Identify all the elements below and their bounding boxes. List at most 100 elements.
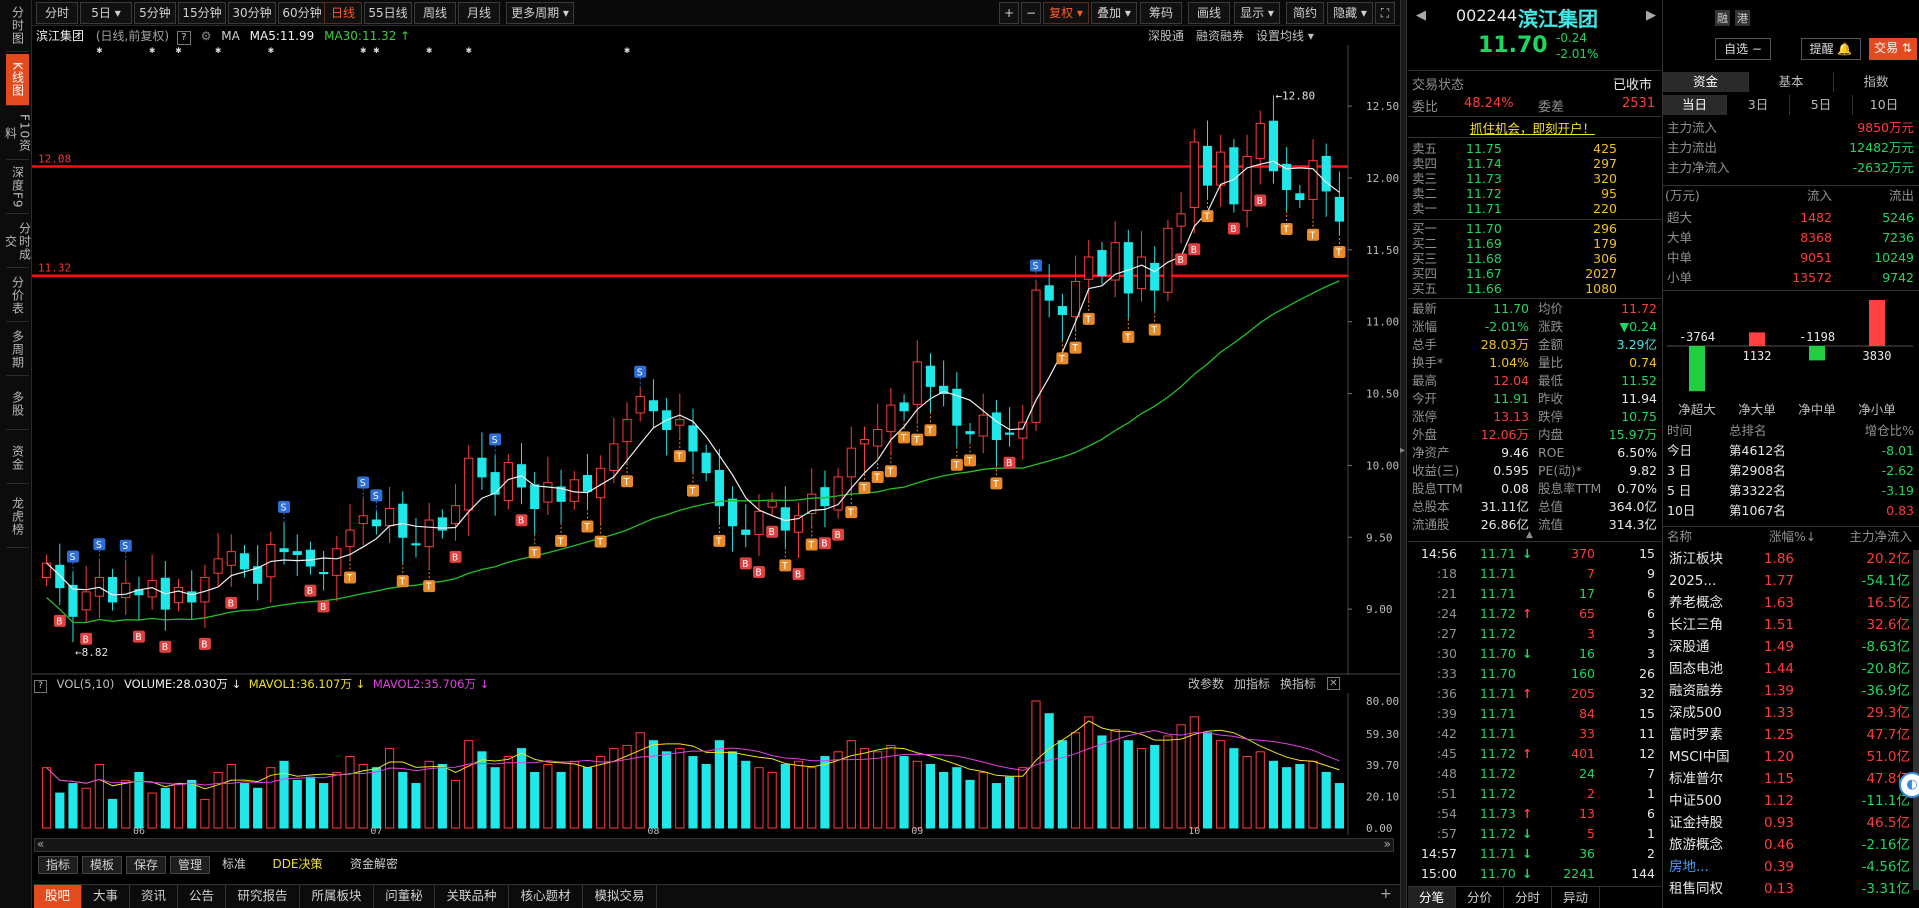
vtab-price-table[interactable]: 分价表: [6, 270, 29, 322]
indicator-tool-3[interactable]: 管理: [170, 856, 210, 874]
sector-scrollbar[interactable]: [1913, 550, 1919, 890]
volume-link-2[interactable]: 换指标: [1280, 677, 1316, 691]
event-marker[interactable]: ✱: [96, 45, 102, 56]
tick-row[interactable]: :33 11.70 160 26: [1408, 664, 1661, 684]
toolbar-tool-2[interactable]: 复权 ▾: [1043, 2, 1089, 24]
toolbar-tool-3[interactable]: 叠加 ▾: [1091, 2, 1137, 24]
bid-row[interactable]: 买三 11.68 306: [1408, 251, 1661, 266]
sector-row[interactable]: 深股通 1.49 -8.63亿: [1663, 636, 1919, 658]
period-button-1[interactable]: 5日 ▾: [80, 2, 132, 24]
tick-tab-1[interactable]: 分价: [1456, 887, 1504, 908]
chart-link-1[interactable]: 融资融券: [1196, 29, 1244, 43]
sector-row[interactable]: 融资融券 1.39 -36.9亿: [1663, 680, 1919, 702]
bottom-tab-8[interactable]: 核心题材: [509, 885, 583, 908]
tick-row[interactable]: :57 11.72 ↓ 5 1: [1408, 824, 1661, 844]
indicator-tool-2[interactable]: 保存: [126, 856, 166, 874]
indicator-tool-0[interactable]: 指标: [38, 856, 78, 874]
bottom-tab-5[interactable]: 所属板块: [300, 885, 374, 908]
vtab-funds[interactable]: 资金: [6, 432, 29, 484]
sector-name[interactable]: 旅游概念: [1669, 834, 1723, 856]
vtab-f10[interactable]: F10资料: [4, 108, 32, 160]
sector-name[interactable]: 深股通: [1669, 636, 1710, 658]
sector-row[interactable]: 2025... 1.77 -54.1亿: [1663, 570, 1919, 592]
event-marker[interactable]: ✱: [373, 45, 379, 56]
tick-row[interactable]: :21 11.71 17 6: [1408, 584, 1661, 604]
vtab-lhb[interactable]: 龙虎榜: [6, 486, 29, 548]
sector-name[interactable]: 富时罗素: [1669, 724, 1723, 746]
sector-row[interactable]: 证金持股 0.93 46.5亿: [1663, 812, 1919, 834]
bottom-tab-0[interactable]: 股吧: [34, 885, 82, 908]
chart-link-0[interactable]: 深股通: [1148, 29, 1184, 43]
tick-row[interactable]: 14:56 11.71 ↓ 370 15: [1408, 544, 1661, 564]
vtab-fenshi[interactable]: 分时图: [6, 0, 29, 52]
sector-name[interactable]: 深成500: [1669, 702, 1722, 724]
sector-name[interactable]: MSCI中国: [1669, 746, 1730, 768]
indicator-tool-5[interactable]: DDE决策: [258, 856, 337, 874]
tick-tab-3[interactable]: 异动: [1552, 887, 1600, 908]
fund-period-2[interactable]: 5日: [1789, 95, 1852, 115]
sector-name[interactable]: 标准普尔: [1669, 768, 1723, 790]
sector-name[interactable]: 养老概念: [1669, 592, 1723, 614]
fund-period-0[interactable]: 当日: [1663, 95, 1726, 115]
toolbar-tool-8[interactable]: 隐藏 ▾: [1327, 2, 1373, 24]
bottom-tab-4[interactable]: 研究报告: [226, 885, 300, 908]
vtab-multi-period[interactable]: 多周期: [6, 324, 29, 376]
toolbar-tool-9[interactable]: ⛶: [1375, 2, 1395, 24]
tick-row[interactable]: :51 11.72 2 1: [1408, 784, 1661, 804]
sector-row[interactable]: 富时罗素 1.25 47.7亿: [1663, 724, 1919, 746]
bottom-tab-7[interactable]: 关联品种: [435, 885, 509, 908]
fund-tab-2[interactable]: 指数: [1833, 72, 1918, 92]
sector-name[interactable]: 融资融券: [1669, 680, 1723, 702]
stats-collapse-icon[interactable]: ▲: [1526, 530, 1533, 540]
sector-head[interactable]: 主力净流入: [1849, 528, 1912, 546]
sector-row[interactable]: 标准普尔 1.15 47.8亿: [1663, 768, 1919, 790]
sector-name[interactable]: 租售同权: [1669, 878, 1723, 900]
next-stock-icon[interactable]: ▶: [1646, 8, 1656, 23]
toolbar-tool-4[interactable]: 筹码: [1140, 2, 1182, 24]
watchlist-button[interactable]: 自选 −: [1715, 38, 1771, 60]
bottom-tab-2[interactable]: 资讯: [130, 885, 178, 908]
ask-row[interactable]: 卖五 11.75 425: [1408, 141, 1661, 156]
sector-name[interactable]: 中证500: [1669, 790, 1722, 812]
tick-row[interactable]: :42 11.71 33 11: [1408, 724, 1661, 744]
indicator-tool-1[interactable]: 模板: [82, 856, 122, 874]
ask-row[interactable]: 卖三 11.73 320: [1408, 171, 1661, 186]
sector-name[interactable]: 浙江板块: [1669, 548, 1723, 570]
alert-button[interactable]: 提醒 🔔: [1801, 38, 1861, 60]
tick-row[interactable]: :48 11.72 24 7: [1408, 764, 1661, 784]
bottom-add-icon[interactable]: +: [1380, 886, 1392, 902]
fund-tab-0[interactable]: 资金: [1663, 72, 1748, 92]
volume-chart[interactable]: 80.00 59.30 39.70 20.10 0.00 06 07 08 09 10: [32, 693, 1400, 835]
vtab-depth[interactable]: 深度F9: [6, 162, 29, 214]
period-button-8[interactable]: 周线: [414, 2, 456, 24]
tick-row[interactable]: :39 11.71 84 15: [1408, 704, 1661, 724]
event-marker[interactable]: ✱: [268, 45, 274, 56]
tick-row[interactable]: :18 11.71 7 9: [1408, 564, 1661, 584]
sector-row[interactable]: 固态电池 1.44 -20.8亿: [1663, 658, 1919, 680]
event-marker[interactable]: ✱: [466, 45, 472, 56]
indicator-tool-4[interactable]: 标准: [214, 856, 254, 874]
bottom-tab-3[interactable]: 公告: [178, 885, 226, 908]
period-button-4[interactable]: 30分钟: [228, 2, 276, 24]
volume-close-icon[interactable]: ✕: [1327, 677, 1340, 690]
toolbar-tool-6[interactable]: 显示 ▾: [1234, 2, 1280, 24]
volume-link-1[interactable]: 加指标: [1234, 677, 1270, 691]
sector-name[interactable]: 房地...: [1669, 856, 1709, 878]
indicator-tool-6[interactable]: 资金解密: [341, 856, 407, 874]
tick-row[interactable]: :54 11.73 ↑ 13 6: [1408, 804, 1661, 824]
volume-link-0[interactable]: 改参数: [1188, 677, 1224, 691]
chart-link-2[interactable]: 设置均线 ▾: [1256, 29, 1314, 43]
sector-row[interactable]: 浙江板块 1.86 20.2亿: [1663, 548, 1919, 570]
sector-row[interactable]: 中证500 1.12 -11.1亿: [1663, 790, 1919, 812]
period-button-5[interactable]: 60分钟: [278, 2, 326, 24]
sector-row[interactable]: MSCI中国 1.20 51.0亿: [1663, 746, 1919, 768]
event-marker[interactable]: ✱: [149, 45, 155, 56]
tick-row[interactable]: :30 11.70 ↓ 16 3: [1408, 644, 1661, 664]
period-button-2[interactable]: 5分钟: [134, 2, 176, 24]
sector-row[interactable]: 深成500 1.33 29.3亿: [1663, 702, 1919, 724]
period-button-0[interactable]: 分时: [36, 2, 78, 24]
sector-head[interactable]: 涨幅%↓: [1769, 528, 1816, 546]
event-marker[interactable]: ✱: [624, 45, 630, 56]
volume-help-icon[interactable]: ?: [34, 680, 47, 693]
fund-period-3[interactable]: 10日: [1852, 95, 1915, 115]
